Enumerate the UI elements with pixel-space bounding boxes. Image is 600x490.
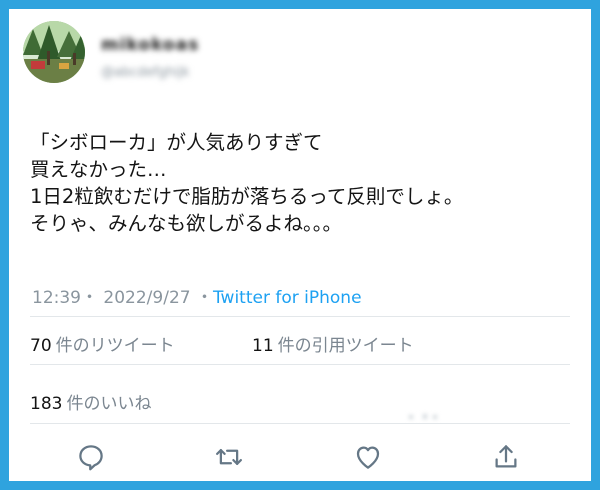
tweet-line: 「シボローカ」が人気ありすぎて	[30, 131, 323, 154]
tweet-meta: 12:39・ 2022/9/27 ・Twitter for iPhone	[32, 283, 362, 308]
meta-separator: ・	[81, 288, 98, 308]
like-count[interactable]: 183 件のいいね	[30, 389, 151, 414]
share-icon	[495, 445, 517, 468]
tweet-line: そりゃ、みんなも欲しがるよね。。。	[30, 212, 343, 235]
retweet-count[interactable]: 70 件のリツイート	[30, 331, 175, 356]
meta-separator: ・	[195, 288, 213, 308]
like-count-number: 183	[30, 394, 63, 414]
retweet-button[interactable]	[209, 437, 249, 477]
quote-count-number: 11	[252, 336, 274, 356]
retweet-count-label: 件のリツイート	[55, 336, 175, 356]
divider	[30, 316, 570, 317]
tweet-body: 「シボローカ」が人気ありすぎて 買えなかった… 1日2粒飲むだけで脂肪が落ちるっ…	[30, 129, 580, 237]
like-count-label: 件のいいね	[66, 394, 152, 414]
retweet-count-number: 70	[30, 336, 52, 356]
tweet-card: mikokoas @abcdefghijk 「シボローカ」が人気ありすぎて 買え…	[9, 9, 591, 481]
tweet-date[interactable]: 2022/9/27	[103, 288, 190, 308]
action-bar	[9, 429, 591, 481]
tweet-time[interactable]: 12:39	[32, 288, 81, 308]
quote-count-label: 件の引用ツイート	[277, 336, 414, 356]
tweet-line: 買えなかった…	[30, 158, 167, 181]
divider	[30, 364, 570, 365]
user-name[interactable]: mikokoas	[101, 35, 199, 55]
blurred-artifact	[409, 414, 437, 419]
avatar[interactable]	[23, 21, 85, 83]
like-button[interactable]	[348, 437, 388, 477]
retweet-icon	[216, 449, 242, 465]
divider	[30, 423, 570, 424]
reply-icon	[79, 445, 103, 471]
quote-count[interactable]: 11 件の引用ツイート	[252, 331, 414, 356]
heart-icon	[356, 446, 380, 469]
user-handle[interactable]: @abcdefghijk	[101, 65, 189, 80]
tweet-source-link[interactable]: Twitter for iPhone	[213, 288, 362, 308]
share-button[interactable]	[486, 437, 526, 477]
reply-button[interactable]	[71, 437, 111, 477]
tweet-line: 1日2粒飲むだけで脂肪が落ちるって反則でしょ。	[30, 185, 464, 208]
